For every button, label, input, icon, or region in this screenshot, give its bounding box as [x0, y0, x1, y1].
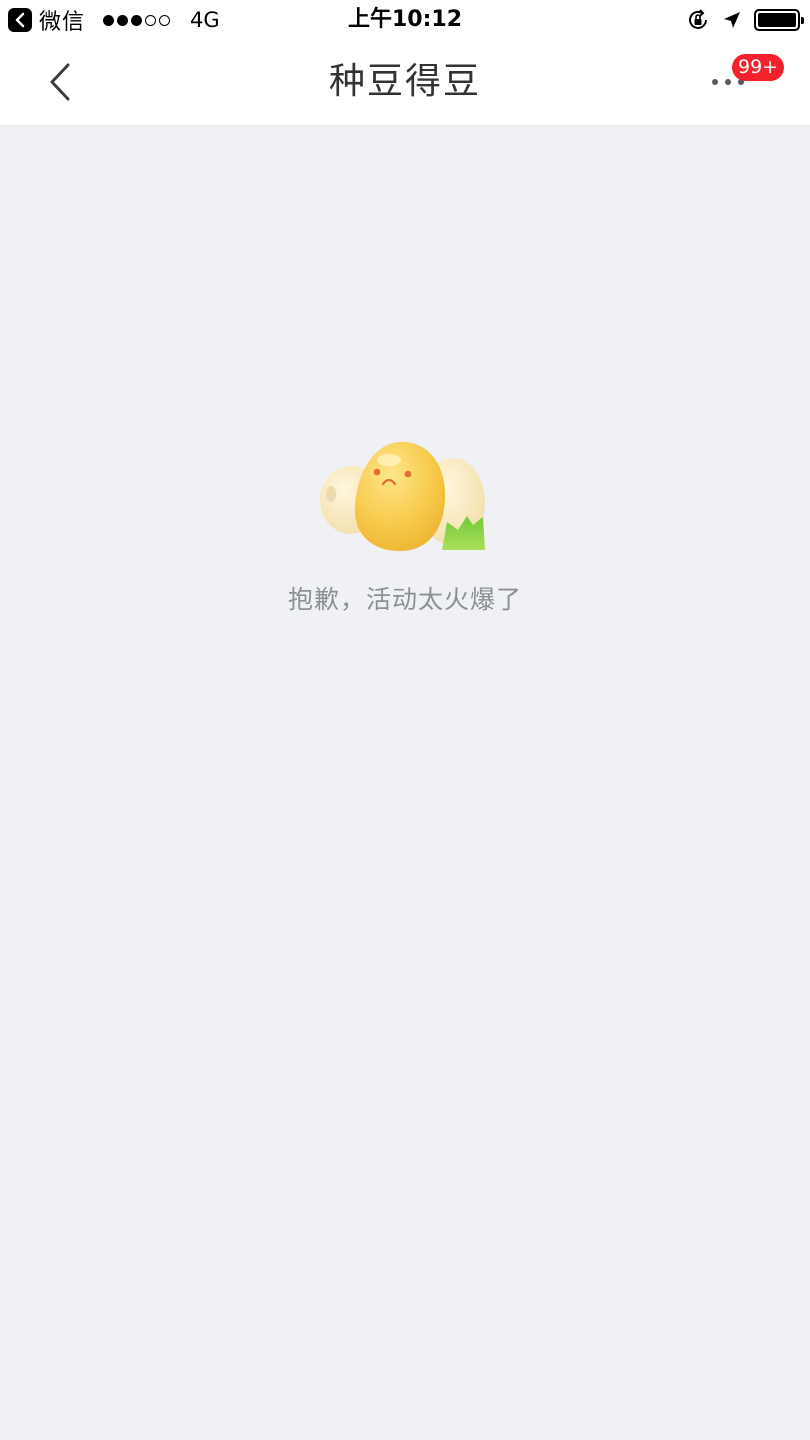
location-arrow-icon [724, 12, 740, 28]
empty-message: 抱歉，活动太火爆了 [287, 585, 522, 614]
status-bar: 微信 4G 上午10:12 [0, 0, 810, 40]
rotation-lock-icon [689, 9, 707, 29]
navigation-bar: 种豆得豆 99+ [0, 40, 810, 126]
more-button[interactable]: 99+ [700, 54, 785, 108]
notification-badge: 99+ [732, 54, 785, 81]
page-title: 种豆得豆 [328, 61, 481, 102]
status-right [686, 8, 804, 32]
sad-bean-illustration [320, 441, 485, 551]
battery-icon [754, 9, 804, 31]
